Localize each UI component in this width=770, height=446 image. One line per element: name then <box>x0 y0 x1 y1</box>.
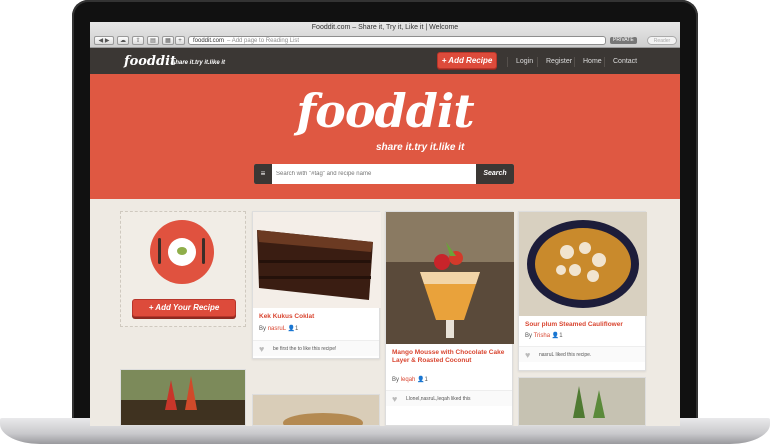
laptop-frame: Fooddit.com – Share it, Try it, Like it … <box>0 0 770 446</box>
site-nav: fooddit share it.try it.like it + Add Re… <box>90 48 680 74</box>
recipe-byline: By nasruL 👤1 <box>259 325 298 332</box>
recipe-image <box>121 370 245 425</box>
nav-tagline: share it.try it.like it <box>172 60 226 66</box>
search-bar: ≡ Search <box>254 164 514 184</box>
recipe-grid: + Add Your Recipe Kek Kukus Coklat By na… <box>90 199 680 426</box>
browser-chrome: Fooddit.com – Share it, Try it, Like it … <box>90 22 680 48</box>
top-sites-icon[interactable]: ▦ <box>162 36 174 45</box>
private-badge: PRIVATE <box>610 37 637 44</box>
cauliflower-illustration <box>519 212 647 316</box>
people-count: 1 <box>294 326 299 332</box>
add-recipe-button[interactable]: + Add Recipe <box>437 52 497 69</box>
like-text: be first the to like this recipe! <box>273 346 337 352</box>
plate-inner <box>168 238 196 266</box>
bookmarks-icon[interactable]: ▤ <box>147 36 159 45</box>
cake-illustration <box>253 212 381 308</box>
new-tab-button[interactable]: + <box>175 36 185 45</box>
recipe-image[interactable] <box>253 212 381 308</box>
recipe-card-partial[interactable] <box>252 394 380 426</box>
hero-logo: fooddit <box>296 84 474 138</box>
icloud-icon[interactable]: ☁ <box>117 36 129 45</box>
heart-icon[interactable]: ♥ <box>259 344 264 354</box>
author-link[interactable]: leqah <box>401 377 416 383</box>
nav-contact[interactable]: Contact <box>604 57 645 67</box>
search-input[interactable] <box>276 164 472 184</box>
author-link[interactable]: Trisha <box>534 333 550 339</box>
url-text: fooddit.com <box>193 38 225 44</box>
recipe-card-partial[interactable] <box>120 369 246 426</box>
by-label: By <box>259 326 267 332</box>
heart-icon[interactable]: ♥ <box>392 394 397 404</box>
list-icon[interactable]: ≡ <box>254 164 272 184</box>
like-text: Llonel,nasruL,leqah liked this <box>406 396 471 402</box>
fork-icon <box>158 238 161 264</box>
recipe-byline: By Trisha 👤1 <box>525 332 563 339</box>
author-link[interactable]: nasruL <box>268 326 286 332</box>
screen: Fooddit.com – Share it, Try it, Like it … <box>90 22 680 426</box>
recipe-image <box>253 395 379 425</box>
hero-banner: fooddit share it.try it.like it ≡ Search <box>90 74 680 199</box>
recipe-card[interactable]: Sour plum Steamed Cauliflower By Trisha … <box>518 211 647 371</box>
window-title: Fooddit.com – Share it, Try it, Like it … <box>311 24 459 31</box>
people-count: 1 <box>424 377 428 383</box>
knife-icon <box>202 238 205 264</box>
search-button[interactable]: Search <box>476 164 514 184</box>
recipe-title[interactable]: Sour plum Steamed Cauliflower <box>525 321 641 329</box>
like-text: nasruL liked this recipe. <box>539 352 592 358</box>
people-count: 1 <box>559 333 563 339</box>
recipe-card-partial[interactable] <box>518 377 646 426</box>
recipe-title[interactable]: Kek Kukus Coklat <box>259 313 375 321</box>
recipe-image <box>519 378 645 425</box>
likes-row: ♥ nasruL liked this recipe. <box>519 346 645 362</box>
people-icon: 👤 <box>417 377 425 383</box>
food-icon <box>177 247 187 255</box>
by-label: By <box>525 333 533 339</box>
recipe-card[interactable]: Kek Kukus Coklat By nasruL 👤1 ♥ be first… <box>252 211 381 359</box>
heart-icon[interactable]: ♥ <box>525 350 530 360</box>
recipe-byline: By leqah 👤1 <box>392 376 428 383</box>
plate-icon <box>150 220 214 284</box>
nav-logo[interactable]: fooddit <box>124 54 176 69</box>
likes-row: ♥ Llonel,nasruL,leqah liked this <box>386 390 512 406</box>
likes-row: ♥ be first the to like this recipe! <box>253 340 379 356</box>
recipe-title[interactable]: Mango Mousse with Chocolate Cake Layer &… <box>392 349 508 365</box>
by-label: By <box>392 377 400 383</box>
recipe-image[interactable] <box>386 212 514 344</box>
reader-button[interactable]: Reader <box>647 36 677 45</box>
people-icon: 👤 <box>287 326 295 332</box>
mousse-illustration <box>386 212 514 344</box>
hero-tagline: share it.try it.like it <box>376 142 465 153</box>
url-hint: – Add page to Reading List <box>227 38 300 44</box>
add-recipe-card: + Add Your Recipe <box>120 211 246 327</box>
recipe-image[interactable] <box>519 212 647 316</box>
share-icon[interactable]: ⇧ <box>132 36 144 45</box>
recipe-card[interactable]: Mango Mousse with Chocolate Cake Layer &… <box>385 211 514 426</box>
add-your-recipe-button[interactable]: + Add Your Recipe <box>132 299 236 317</box>
address-bar[interactable]: fooddit.com – Add page to Reading List <box>188 36 606 45</box>
back-forward-button[interactable]: ◀ ▶ <box>94 36 114 45</box>
